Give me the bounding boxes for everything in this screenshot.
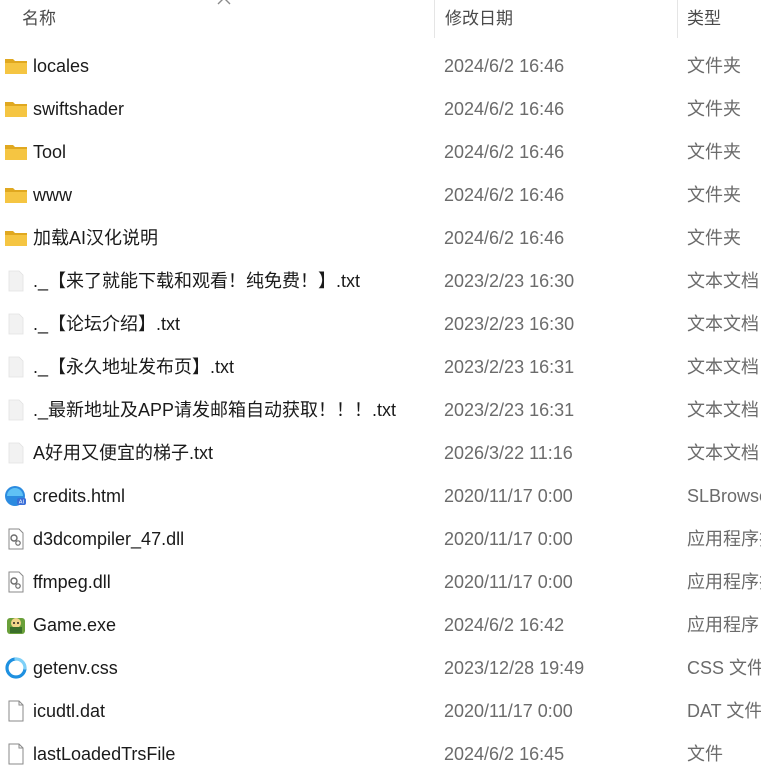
- file-modified-date: 2020/11/17 0:00: [444, 486, 573, 506]
- file-name[interactable]: credits.html: [33, 475, 125, 518]
- file-modified-date: 2024/6/2 16:46: [444, 185, 565, 205]
- text-file-icon: [4, 313, 28, 335]
- file-modified-date: 2023/12/28 19:49: [444, 658, 585, 678]
- text-file-icon: [4, 399, 28, 421]
- file-type: 文件夹: [687, 228, 741, 248]
- blank-file-icon: [4, 743, 28, 765]
- file-modified-date: 2020/11/17 0:00: [444, 701, 573, 721]
- file-modified-date: 2024/6/2 16:46: [444, 99, 565, 119]
- file-modified-date: 2024/6/2 16:46: [444, 228, 565, 248]
- text-file-icon: [4, 270, 28, 292]
- file-list: locales 2024/6/2 16:46 文件夹 swiftshader 2024/…: [0, 45, 761, 767]
- file-row[interactable]: ._最新地址及APP请发邮箱自动获取！！！.txt 2023/2/23 16:31…: [0, 389, 761, 432]
- file-name[interactable]: A好用又便宜的梯子.txt: [33, 432, 213, 475]
- file-row[interactable]: d3dcompiler_47.dll 2020/11/17 0:00 应用程序扩展: [0, 518, 761, 561]
- file-row[interactable]: lastLoadedTrsFile 2024/6/2 16:45 文件: [0, 733, 761, 767]
- file-explorer-list: 名称 修改日期 类型 locales 2024/6/2 16:46 文件夹 swift…: [0, 0, 761, 767]
- file-name[interactable]: Game.exe: [33, 604, 116, 647]
- file-type: 应用程序扩展: [687, 529, 761, 549]
- file-name[interactable]: icudtl.dat: [33, 690, 105, 733]
- folder-icon: [4, 98, 28, 120]
- file-name[interactable]: Tool: [33, 131, 66, 174]
- file-type: 文本文档: [687, 443, 759, 463]
- file-modified-date: 2024/6/2 16:46: [444, 56, 565, 76]
- file-type: SLBrowser: [687, 486, 761, 506]
- file-row[interactable]: locales 2024/6/2 16:46 文件夹: [0, 45, 761, 88]
- dll-icon: [4, 528, 28, 550]
- file-name[interactable]: lastLoadedTrsFile: [33, 733, 175, 767]
- text-file-icon: [4, 442, 28, 464]
- file-row[interactable]: ._【来了就能下载和观看！纯免费！】.txt 2023/2/23 16:30 文本文…: [0, 260, 761, 303]
- file-row[interactable]: getenv.css 2023/12/28 19:49 CSS 文件: [0, 647, 761, 690]
- file-type: DAT 文件: [687, 701, 761, 721]
- column-header-bar: 名称 修改日期 类型: [0, 0, 761, 38]
- file-row[interactable]: swiftshader 2024/6/2 16:46 文件夹: [0, 88, 761, 131]
- file-name[interactable]: locales: [33, 45, 89, 88]
- svg-text:AI: AI: [19, 500, 25, 506]
- file-name[interactable]: 加载AI汉化说明: [33, 217, 158, 260]
- file-row[interactable]: Tool 2024/6/2 16:46 文件夹: [0, 131, 761, 174]
- file-modified-date: 2020/11/17 0:00: [444, 529, 573, 549]
- file-modified-date: 2023/2/23 16:30: [444, 271, 575, 291]
- file-modified-date: 2023/2/23 16:31: [444, 357, 575, 377]
- file-name[interactable]: getenv.css: [33, 647, 118, 690]
- dll-icon: [4, 571, 28, 593]
- file-row[interactable]: www 2024/6/2 16:46 文件夹: [0, 174, 761, 217]
- column-divider[interactable]: [677, 0, 678, 38]
- file-type: CSS 文件: [687, 658, 761, 678]
- column-header-type[interactable]: 类型: [687, 0, 721, 38]
- file-modified-date: 2024/6/2 16:42: [444, 615, 565, 635]
- css-file-icon: [4, 657, 28, 679]
- folder-icon: [4, 55, 28, 77]
- file-type: 文件: [687, 744, 723, 764]
- file-type: 文本文档: [687, 400, 759, 420]
- file-name[interactable]: d3dcompiler_47.dll: [33, 518, 184, 561]
- file-row[interactable]: 加载AI汉化说明 2024/6/2 16:46 文件夹: [0, 217, 761, 260]
- file-type: 文件夹: [687, 142, 741, 162]
- file-name[interactable]: swiftshader: [33, 88, 124, 131]
- folder-icon: [4, 184, 28, 206]
- file-name[interactable]: ._【论坛介绍】.txt: [33, 303, 180, 346]
- file-modified-date: 2023/2/23 16:31: [444, 400, 575, 420]
- column-header-date[interactable]: 修改日期: [445, 0, 513, 38]
- file-row[interactable]: ._【永久地址发布页】.txt 2023/2/23 16:31 文本文档: [0, 346, 761, 389]
- file-modified-date: 2020/11/17 0:00: [444, 572, 573, 592]
- file-type: 文本文档: [687, 271, 759, 291]
- file-type: 文本文档: [687, 314, 759, 334]
- column-header-name[interactable]: 名称: [22, 0, 56, 38]
- file-type: 文件夹: [687, 56, 741, 76]
- sort-up-icon[interactable]: [217, 0, 231, 6]
- file-modified-date: 2023/2/23 16:30: [444, 314, 575, 334]
- file-modified-date: 2024/6/2 16:46: [444, 142, 565, 162]
- file-row[interactable]: ._【论坛介绍】.txt 2023/2/23 16:30 文本文档: [0, 303, 761, 346]
- file-type: 应用程序扩展: [687, 572, 761, 592]
- file-type: 文件夹: [687, 185, 741, 205]
- file-row[interactable]: Game.exe 2024/6/2 16:42 应用程序: [0, 604, 761, 647]
- file-name[interactable]: ._最新地址及APP请发邮箱自动获取！！！.txt: [33, 389, 396, 432]
- file-name[interactable]: ._【来了就能下载和观看！纯免费！】.txt: [33, 260, 360, 303]
- file-row[interactable]: icudtl.dat 2020/11/17 0:00 DAT 文件: [0, 690, 761, 733]
- column-divider[interactable]: [434, 0, 435, 38]
- file-type: 文件夹: [687, 99, 741, 119]
- folder-icon: [4, 227, 28, 249]
- browser-html-icon: AI: [4, 485, 28, 507]
- text-file-icon: [4, 356, 28, 378]
- file-name[interactable]: www: [33, 174, 72, 217]
- file-modified-date: 2026/3/22 11:16: [444, 443, 573, 463]
- game-exe-icon: [4, 614, 28, 636]
- file-name[interactable]: ffmpeg.dll: [33, 561, 111, 604]
- file-name[interactable]: ._【永久地址发布页】.txt: [33, 346, 234, 389]
- file-modified-date: 2024/6/2 16:45: [444, 744, 565, 764]
- file-row[interactable]: ffmpeg.dll 2020/11/17 0:00 应用程序扩展: [0, 561, 761, 604]
- file-row[interactable]: A好用又便宜的梯子.txt 2026/3/22 11:16 文本文档: [0, 432, 761, 475]
- file-type: 文本文档: [687, 357, 759, 377]
- file-type: 应用程序: [687, 615, 759, 635]
- file-row[interactable]: AI credits.html 2020/11/17 0:00 SLBrowser: [0, 475, 761, 518]
- folder-icon: [4, 141, 28, 163]
- blank-file-icon: [4, 700, 28, 722]
